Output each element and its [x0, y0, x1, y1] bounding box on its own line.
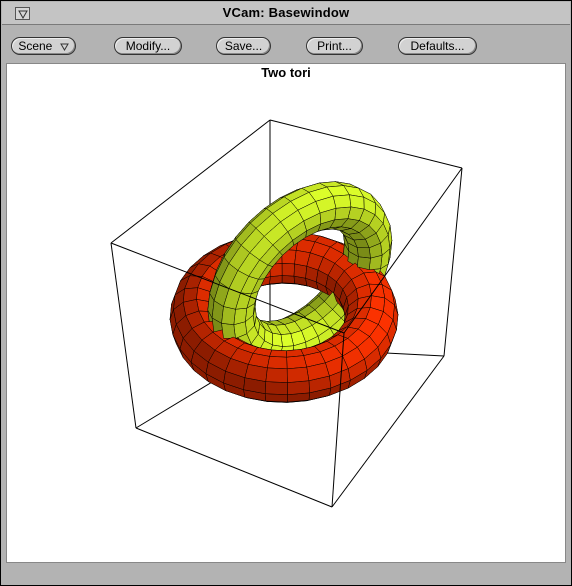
red-torus-facet [281, 263, 295, 277]
tori-group [169, 181, 399, 403]
print-button[interactable]: Print... [306, 37, 363, 55]
scene-menu-button[interactable]: Scene [11, 37, 76, 55]
bounding-box-edge [110, 242, 137, 429]
bounding-box-edge [110, 119, 271, 244]
yellow-torus-facet [272, 332, 283, 347]
vcam-window: VCam: Basewindow Scene Modify... Save...… [0, 0, 572, 586]
defaults-label: Defaults... [410, 39, 465, 53]
red-torus-facet [286, 366, 310, 383]
red-torus-facet [265, 367, 288, 383]
yellow-torus-facet [357, 247, 371, 259]
window-title: VCam: Basewindow [222, 5, 350, 20]
save-button[interactable]: Save... [216, 37, 271, 55]
footer-bar [6, 564, 566, 583]
red-torus-facet [281, 275, 295, 284]
red-torus-facet [264, 381, 288, 395]
modify-button[interactable]: Modify... [114, 37, 182, 55]
red-torus-facet [264, 393, 288, 403]
defaults-button[interactable]: Defaults... [398, 37, 477, 55]
dropdown-arrow-icon [59, 43, 69, 51]
save-label: Save... [224, 39, 263, 53]
bounding-box-edge [269, 119, 463, 169]
yellow-torus-facet [221, 306, 236, 325]
red-torus-facet [269, 349, 287, 358]
scene-title: Two tori [261, 65, 311, 80]
title-bar[interactable]: VCam: Basewindow [2, 2, 570, 25]
bounding-box-edge [443, 167, 463, 357]
scene-drawing [110, 119, 463, 508]
print-label: Print... [317, 39, 352, 53]
yellow-torus-facet [221, 323, 236, 339]
modify-label: Modify... [125, 39, 171, 53]
red-torus-facet [286, 355, 308, 370]
bounding-box-edge [135, 427, 333, 508]
scene-label: Scene [18, 39, 53, 53]
red-torus-facet [267, 356, 288, 370]
render-canvas[interactable]: Two tori [6, 63, 566, 563]
red-torus-facet [287, 380, 310, 395]
toolbar: Scene Modify... Save... Print... Default… [6, 29, 566, 62]
red-torus-facet [269, 275, 283, 285]
